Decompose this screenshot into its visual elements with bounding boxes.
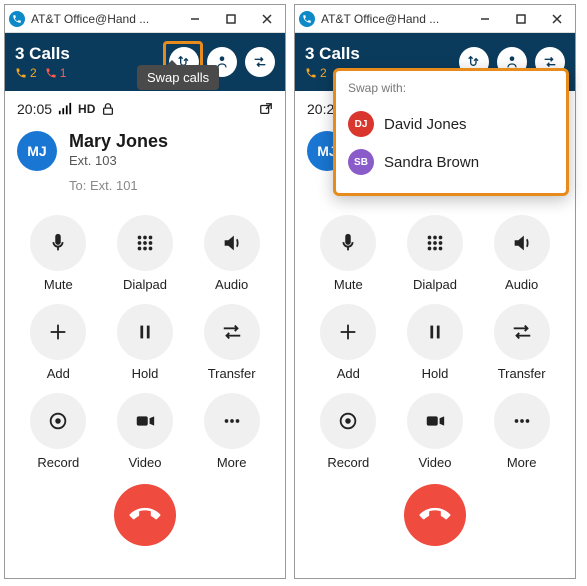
window-controls	[467, 5, 575, 33]
popout-icon[interactable]	[259, 102, 273, 116]
mute-button[interactable]	[320, 215, 376, 271]
audio-label: Audio	[505, 277, 538, 292]
swap-popup-title: Swap with:	[348, 81, 554, 95]
avatar-icon: DJ	[348, 111, 374, 137]
app-title: AT&T Office@Hand ...	[31, 12, 177, 26]
app-icon	[299, 11, 315, 27]
more-button[interactable]	[494, 393, 550, 449]
active-calls-indicator: 2	[305, 66, 327, 80]
transfer-label: Transfer	[208, 366, 256, 381]
add-button[interactable]	[320, 304, 376, 360]
action-grid: Mute Dialpad Audio Add Hold Transfer Rec…	[295, 201, 575, 476]
swap-option[interactable]: SB Sandra Brown	[348, 143, 554, 181]
contact-name: Mary Jones	[69, 131, 168, 152]
mute-button[interactable]	[30, 215, 86, 271]
avatar: MJ	[17, 131, 57, 171]
call-timer: 20:05	[17, 101, 52, 117]
transfer-call-button[interactable]	[245, 47, 275, 77]
app-title: AT&T Office@Hand ...	[321, 12, 467, 26]
avatar-icon: SB	[348, 149, 374, 175]
active-count: 2	[320, 66, 327, 80]
transfer-button[interactable]	[494, 304, 550, 360]
minimize-button[interactable]	[467, 5, 503, 33]
active-calls-indicator: 2	[15, 66, 37, 80]
calls-title: 3 Calls	[305, 44, 360, 64]
swap-option-name: David Jones	[384, 116, 467, 133]
mute-label: Mute	[44, 277, 73, 292]
active-count: 2	[30, 66, 37, 80]
transfer-label: Transfer	[498, 366, 546, 381]
window-controls	[177, 5, 285, 33]
hangup-button[interactable]	[114, 484, 176, 546]
video-label: Video	[418, 455, 451, 470]
maximize-button[interactable]	[213, 5, 249, 33]
lock-icon	[101, 102, 115, 116]
hold-count: 1	[60, 66, 67, 80]
status-row: 20:05 HD	[5, 91, 285, 123]
swap-popup: Swap with: DJ David Jones SB Sandra Brow…	[333, 68, 569, 196]
video-label: Video	[128, 455, 161, 470]
audio-button[interactable]	[494, 215, 550, 271]
calls-title: 3 Calls	[15, 44, 70, 64]
dialpad-label: Dialpad	[413, 277, 457, 292]
video-button[interactable]	[407, 393, 463, 449]
dialpad-button[interactable]	[407, 215, 463, 271]
app-icon	[9, 11, 25, 27]
record-button[interactable]	[320, 393, 376, 449]
app-window-right: AT&T Office@Hand ... 3 Calls 2 1	[294, 4, 576, 579]
swap-tooltip: Swap calls	[137, 65, 219, 90]
audio-label: Audio	[215, 277, 248, 292]
action-grid: Mute Dialpad Audio Add Hold Transfer Rec…	[5, 201, 285, 476]
add-button[interactable]	[30, 304, 86, 360]
hold-label: Hold	[132, 366, 159, 381]
add-label: Add	[47, 366, 70, 381]
swap-option-name: Sandra Brown	[384, 154, 479, 171]
contact-ext: Ext. 103	[69, 153, 168, 168]
dialpad-label: Dialpad	[123, 277, 167, 292]
titlebar: AT&T Office@Hand ...	[5, 5, 285, 33]
signal-icon	[58, 102, 72, 116]
more-label: More	[507, 455, 537, 470]
audio-button[interactable]	[204, 215, 260, 271]
hold-button[interactable]	[407, 304, 463, 360]
hold-label: Hold	[422, 366, 449, 381]
dialpad-button[interactable]	[117, 215, 173, 271]
more-button[interactable]	[204, 393, 260, 449]
close-button[interactable]	[539, 5, 575, 33]
close-button[interactable]	[249, 5, 285, 33]
contact-block: MJ Mary Jones Ext. 103 To: Ext. 101	[5, 123, 285, 201]
hd-badge: HD	[78, 102, 95, 116]
maximize-button[interactable]	[503, 5, 539, 33]
hold-button[interactable]	[117, 304, 173, 360]
hangup-button[interactable]	[404, 484, 466, 546]
record-button[interactable]	[30, 393, 86, 449]
app-window-left: AT&T Office@Hand ... 3 Calls 2 1	[4, 4, 286, 579]
swap-option[interactable]: DJ David Jones	[348, 105, 554, 143]
mute-label: Mute	[334, 277, 363, 292]
record-label: Record	[327, 455, 369, 470]
hold-calls-indicator: 1	[45, 66, 67, 80]
record-label: Record	[37, 455, 79, 470]
add-label: Add	[337, 366, 360, 381]
contact-to: To: Ext. 101	[69, 178, 168, 193]
more-label: More	[217, 455, 247, 470]
transfer-button[interactable]	[204, 304, 260, 360]
minimize-button[interactable]	[177, 5, 213, 33]
titlebar: AT&T Office@Hand ...	[295, 5, 575, 33]
video-button[interactable]	[117, 393, 173, 449]
